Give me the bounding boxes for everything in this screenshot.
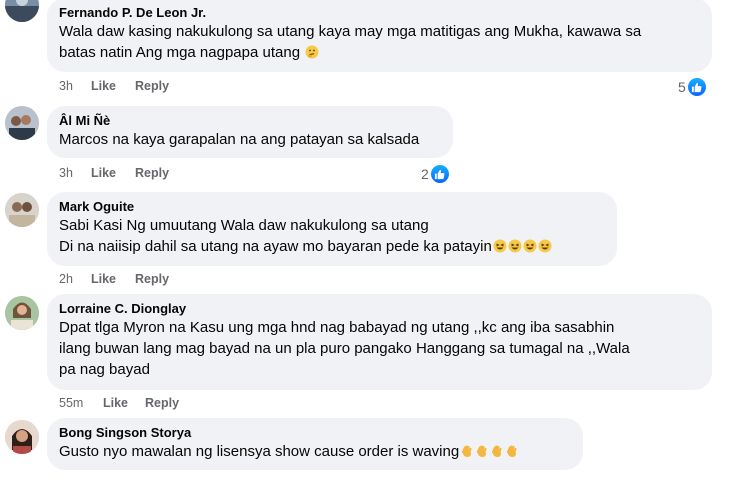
waving-hand-emoji: [505, 444, 519, 458]
waving-hand-emoji: [475, 444, 489, 458]
avatar[interactable]: [5, 420, 39, 454]
waving-hand-emoji: [460, 444, 474, 458]
comment-actions: 2h Like Reply: [59, 271, 169, 287]
comment-text-line: Marcos na kaya garapalan na ang patayan …: [59, 131, 420, 148]
reply-link[interactable]: Reply: [135, 79, 169, 93]
avatar[interactable]: [5, 296, 39, 330]
comment-text-line: pa nag bayad: [59, 361, 150, 378]
avatar[interactable]: [5, 193, 39, 227]
comment-text-line: Wala daw kasing nakukulong sa utang kaya…: [59, 23, 642, 40]
comment-bubble: Bong Singson Storya Gusto nyo mawalan ng…: [47, 418, 583, 470]
grinning-squinting-face-emoji: [493, 239, 507, 253]
grinning-squinting-face-emoji: [538, 239, 552, 253]
comment-author[interactable]: Fernando P. De Leon Jr.: [59, 4, 700, 21]
reply-link[interactable]: Reply: [135, 166, 169, 180]
thinking-face-emoji: [305, 45, 319, 59]
grinning-squinting-face-emoji: [508, 239, 522, 253]
comment-timestamp[interactable]: 2h: [59, 272, 91, 286]
avatar[interactable]: [5, 106, 39, 140]
comment-bubble: Mark Oguite Sabi Kasi Ng umuutang Wala d…: [47, 192, 617, 266]
comment-author[interactable]: Bong Singson Storya: [59, 424, 571, 441]
comment-text-line: Di na naiisip dahil sa utang na ayaw mo …: [59, 236, 605, 257]
reaction-count: 2: [421, 166, 429, 182]
like-link[interactable]: Like: [91, 79, 135, 93]
reaction-summary[interactable]: 2: [421, 164, 449, 184]
comment-actions: 3h Like Reply: [59, 165, 169, 181]
comment-author[interactable]: Âl Mi Ñè: [59, 112, 441, 129]
like-thumb-icon: [687, 78, 706, 96]
reaction-summary[interactable]: 5: [678, 77, 706, 97]
comment-timestamp[interactable]: 3h: [59, 166, 91, 180]
comment-actions: 3h Like Reply: [59, 78, 169, 94]
comment-author[interactable]: Mark Oguite: [59, 198, 605, 215]
comment-text-line: batas natin Ang mga nagpapa utang: [59, 42, 700, 63]
like-link[interactable]: Like: [91, 272, 135, 286]
comment-actions: 55m Like Reply: [59, 395, 179, 411]
waving-hand-emoji: [490, 444, 504, 458]
comment-timestamp[interactable]: 3h: [59, 79, 91, 93]
comment-author[interactable]: Lorraine C. Dionglay: [59, 300, 700, 317]
reply-link[interactable]: Reply: [135, 272, 169, 286]
comment-text-line: ilang buwan lang mag bayad na un pla pur…: [59, 340, 630, 357]
reaction-count: 5: [678, 79, 686, 95]
comment-bubble: Âl Mi Ñè Marcos na kaya garapalan na ang…: [47, 106, 453, 158]
like-thumb-icon: [430, 165, 449, 183]
grinning-squinting-face-emoji: [523, 239, 537, 253]
comment-text-line: Sabi Kasi Ng umuutang Wala daw nakukulon…: [59, 217, 429, 234]
like-link[interactable]: Like: [91, 166, 135, 180]
comment-text-line: Gusto nyo mawalan ng lisensya show cause…: [59, 441, 571, 462]
comment-timestamp[interactable]: 55m: [59, 396, 103, 410]
comment-bubble: Fernando P. De Leon Jr. Wala daw kasing …: [47, 0, 712, 72]
avatar[interactable]: [5, 0, 39, 22]
like-link[interactable]: Like: [103, 396, 145, 410]
comment-bubble: Lorraine C. Dionglay Dpat tlga Myron na …: [47, 294, 712, 390]
comment-text-line: Dpat tlga Myron na Kasu ung mga hnd nag …: [59, 319, 615, 336]
reply-link[interactable]: Reply: [145, 396, 179, 410]
